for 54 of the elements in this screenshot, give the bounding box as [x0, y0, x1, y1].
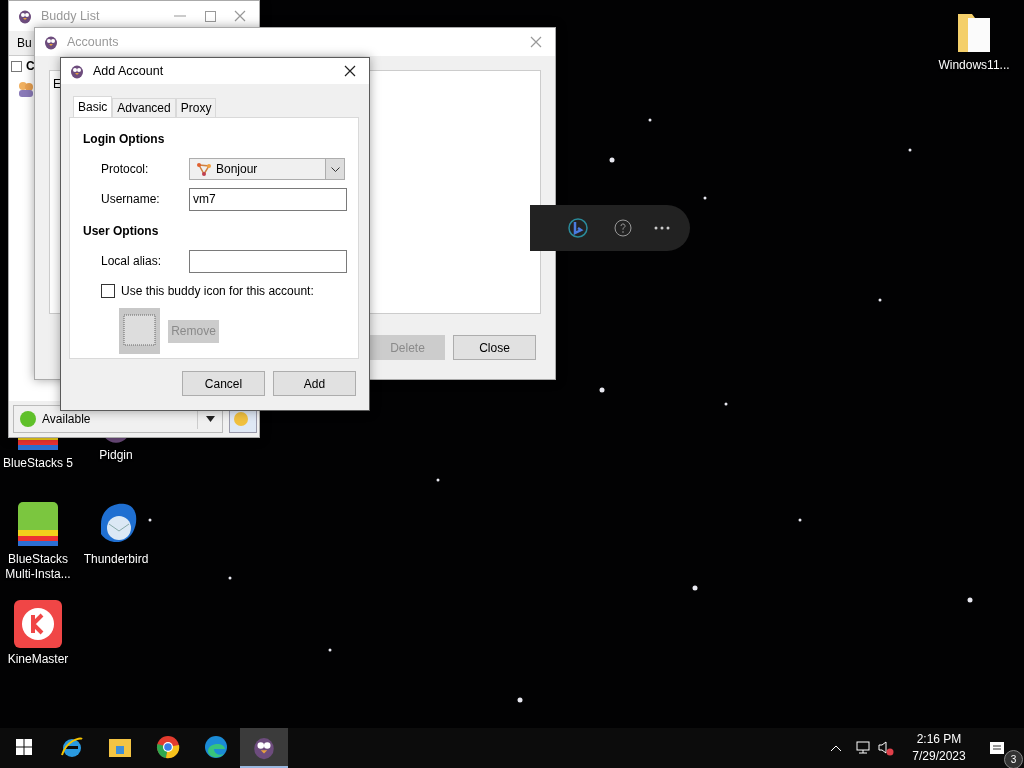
collapse-icon[interactable] [11, 60, 22, 72]
group-name: C [26, 59, 35, 73]
cancel-button[interactable]: Cancel [182, 371, 265, 396]
status-dot-icon [20, 411, 36, 427]
help-icon[interactable] [614, 219, 632, 237]
alias-field[interactable] [189, 249, 347, 273]
close-button[interactable]: Close [453, 335, 536, 360]
field-label: Local alias: [101, 254, 163, 268]
close-icon[interactable] [344, 65, 356, 77]
more-icon[interactable] [654, 225, 670, 231]
icon-label[interactable]: BlueStacks 5 [0, 456, 76, 471]
maximize-icon[interactable] [204, 10, 216, 22]
bonjour-icon [196, 161, 212, 177]
kinemaster-icon [14, 600, 62, 648]
section-heading: Login Options [83, 132, 166, 146]
caret-icon [205, 416, 215, 422]
muted-speaker-icon[interactable] [878, 740, 894, 756]
tab[interactable]: Advanced [112, 98, 176, 117]
checkbox[interactable] [101, 284, 115, 298]
window-title: Accounts [67, 35, 120, 49]
menu-item[interactable]: Bu [17, 36, 32, 50]
section-heading: User Options [83, 224, 160, 238]
checkbox-label: Use this buddy icon for this account: [121, 284, 314, 298]
icon-label[interactable]: BlueStacks Multi-Insta... [0, 552, 76, 582]
notifications-icon[interactable] [990, 742, 1004, 754]
window-title: Buddy List [41, 9, 101, 23]
clock[interactable]: 2:16 PM 7/29/2023 [906, 731, 972, 765]
tab[interactable]: Basic [73, 96, 113, 117]
windows-start-icon[interactable] [16, 739, 32, 755]
pidgin-icon [43, 34, 59, 50]
protocol-dropdown[interactable]: Bonjour [189, 158, 345, 180]
network-icon[interactable] [854, 741, 870, 755]
field-label: Username: [101, 192, 161, 206]
window-title: Add Account [93, 64, 165, 78]
username-field[interactable]: vm7 [189, 187, 347, 211]
icon-label[interactable]: Thunderbird [78, 552, 154, 567]
icon-label[interactable]: Pidgin [78, 448, 154, 463]
layered-app-icon [16, 500, 60, 548]
pidgin-icon [17, 8, 33, 24]
bing-icon[interactable] [568, 218, 588, 238]
tab[interactable]: Proxy [175, 98, 217, 117]
chrome-icon[interactable] [156, 735, 180, 759]
notification-count-badge: 3 [1004, 750, 1023, 768]
chevron-up-icon[interactable] [830, 744, 842, 752]
icon-label[interactable]: Windows11... [936, 58, 1012, 73]
field-label: Protocol: [101, 162, 150, 176]
add-button[interactable]: Add [273, 371, 356, 396]
column-header: E [53, 77, 61, 91]
icon-label[interactable]: KineMaster [0, 652, 76, 667]
edge-icon[interactable] [204, 735, 228, 759]
people-icon [17, 80, 35, 98]
pidgin-icon [69, 63, 85, 79]
internet-explorer-icon[interactable] [60, 735, 84, 759]
folder-icon[interactable] [108, 736, 132, 758]
